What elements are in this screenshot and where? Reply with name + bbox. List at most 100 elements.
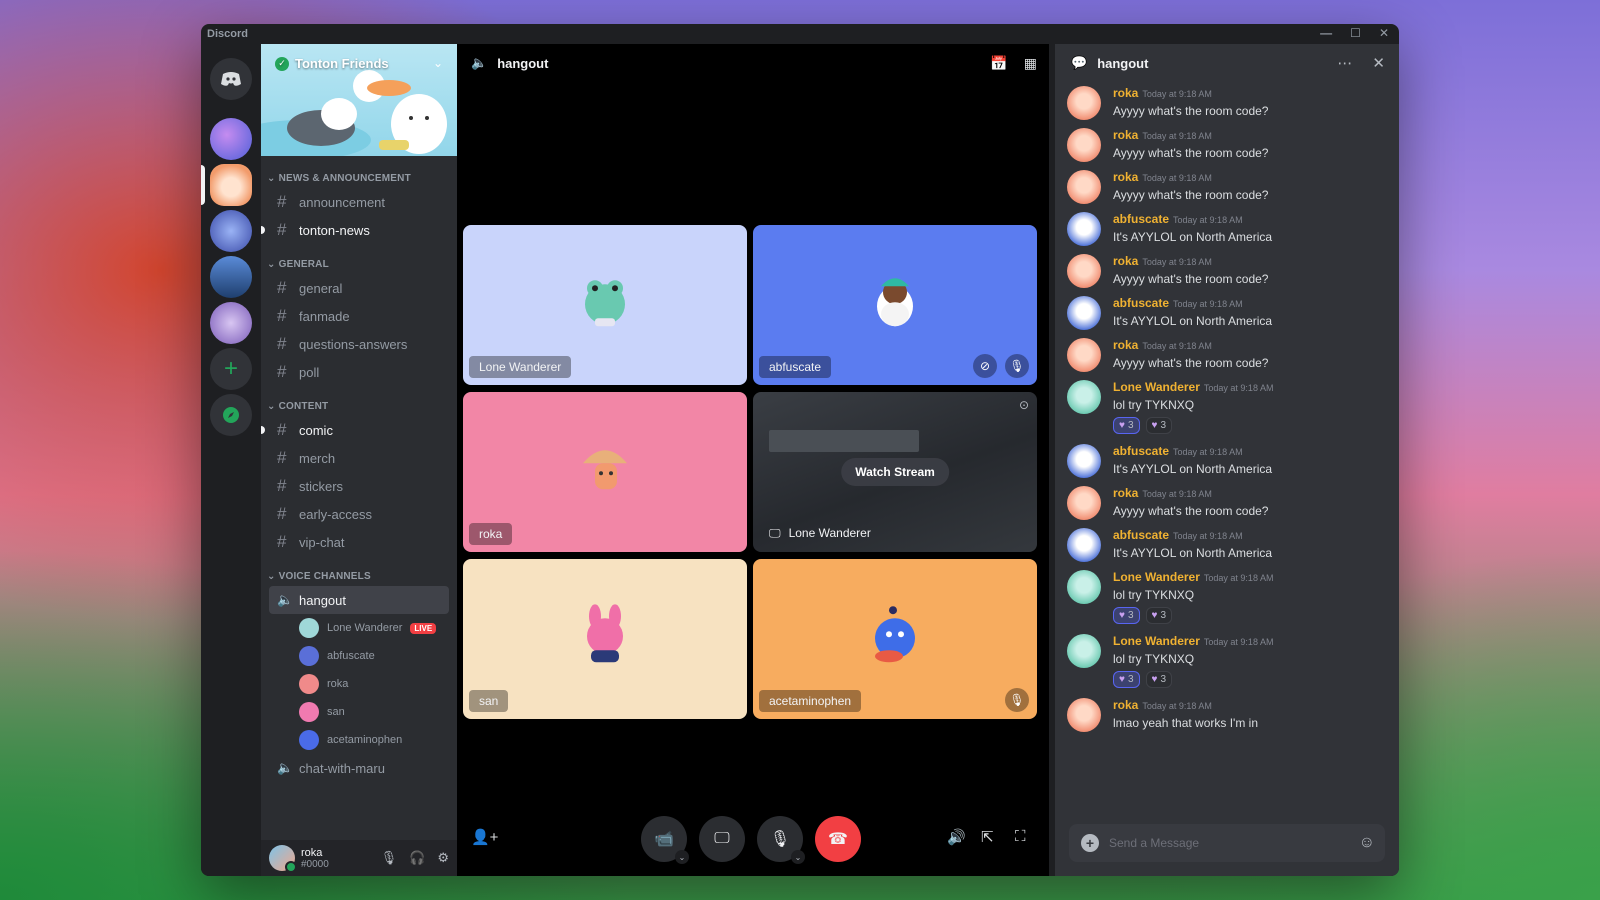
stream-tile-lone-wanderer[interactable]: Watch Stream ⊙ 🖵 Lone Wanderer	[753, 392, 1037, 552]
fullscreen-icon[interactable]: ⛶	[1015, 828, 1026, 845]
calendar-icon[interactable]: 📅	[990, 55, 1007, 72]
chat-message[interactable]: Lone Wanderer Today at 9:18 AM lol try TYK…	[1055, 376, 1399, 434]
chat-message[interactable]: roka Today at 9:18 AM Ayyyy what's the roo…	[1055, 334, 1399, 372]
channel-fanmade[interactable]: # fanmade	[269, 302, 449, 330]
category-voice[interactable]: ⌄ VOICE CHANNELS	[261, 556, 457, 586]
category-news[interactable]: ⌄ NEWS & ANNOUNCEMENT	[261, 164, 457, 188]
emoji-icon[interactable]: ☺	[1359, 834, 1375, 852]
reaction-pill[interactable]: ♥ 3	[1113, 671, 1140, 688]
message-author[interactable]: Lone Wanderer	[1113, 634, 1200, 648]
chat-message[interactable]: abfuscate Today at 9:18 AM It's AYYLOL on …	[1055, 292, 1399, 330]
chat-message[interactable]: roka Today at 9:18 AM Ayyyy what's the roo…	[1055, 250, 1399, 288]
channel-comic[interactable]: # comic	[261, 416, 449, 444]
headphones-icon[interactable]: 🎧	[409, 850, 425, 866]
message-author[interactable]: Lone Wanderer	[1113, 570, 1200, 584]
server-icon-5[interactable]	[210, 302, 252, 344]
video-tile-roka[interactable]: roka	[463, 392, 747, 552]
message-author[interactable]: abfuscate	[1113, 444, 1169, 458]
stream-settings-icon[interactable]: ⊙	[1019, 398, 1029, 412]
channel-questions-answers[interactable]: # questions-answers	[269, 330, 449, 358]
channel-tonton-news[interactable]: # tonton-news	[261, 216, 449, 244]
chat-message[interactable]: roka Today at 9:18 AM Ayyyy what's the roo…	[1055, 166, 1399, 204]
chevron-down-icon[interactable]: ⌄	[675, 850, 689, 864]
pop-out-icon[interactable]: ⇱	[981, 828, 994, 846]
disconnect-button[interactable]: ☎	[815, 816, 861, 862]
server-banner[interactable]: ✓ Tonton Friends ⌄	[261, 44, 457, 156]
message-author[interactable]: roka	[1113, 254, 1138, 268]
category-general[interactable]: ⌄ GENERAL	[261, 244, 457, 274]
message-author[interactable]: roka	[1113, 128, 1138, 142]
avatar[interactable]	[1067, 698, 1101, 732]
avatar[interactable]	[1067, 486, 1101, 520]
voice-member[interactable]: roka	[299, 670, 457, 698]
channel-stickers[interactable]: # stickers	[269, 472, 449, 500]
volume-icon[interactable]: 🔊	[947, 828, 966, 846]
avatar[interactable]	[1067, 338, 1101, 372]
server-icon-1[interactable]	[210, 118, 252, 160]
message-author[interactable]: abfuscate	[1113, 212, 1169, 226]
chevron-down-icon[interactable]: ⌄	[791, 850, 805, 864]
message-author[interactable]: abfuscate	[1113, 296, 1169, 310]
reaction-pill[interactable]: ♥ 3	[1145, 607, 1172, 624]
video-tile-lone-wanderer[interactable]: Lone Wanderer	[463, 225, 747, 385]
chat-message[interactable]: Lone Wanderer Today at 9:18 AM lol try TYK…	[1055, 630, 1399, 688]
add-attachment-icon[interactable]: +	[1081, 834, 1099, 852]
message-author[interactable]: roka	[1113, 698, 1138, 712]
more-options-icon[interactable]: ⋯	[1337, 54, 1352, 72]
channel-merch[interactable]: # merch	[269, 444, 449, 472]
microphone-icon[interactable]: 🎙	[381, 850, 398, 866]
channel-early-access[interactable]: # early-access	[269, 500, 449, 528]
server-icon-tonton-friends[interactable]	[210, 164, 252, 206]
chat-message[interactable]: roka Today at 9:18 AM Ayyyy what's the roo…	[1055, 124, 1399, 162]
layout-grid-icon[interactable]: ▦	[1024, 55, 1037, 72]
chat-message[interactable]: Lone Wanderer Today at 9:18 AM lol try TYK…	[1055, 566, 1399, 624]
add-server-icon[interactable]: +	[210, 348, 252, 390]
avatar[interactable]	[1067, 170, 1101, 204]
voice-member[interactable]: Lone Wanderer LIVE	[299, 614, 457, 642]
reaction-pill[interactable]: ♥ 3	[1145, 671, 1172, 688]
chat-message[interactable]: abfuscate Today at 9:18 AM It's AYYLOL on …	[1055, 524, 1399, 562]
voice-member[interactable]: abfuscate	[299, 642, 457, 670]
reaction-pill[interactable]: ♥ 3	[1113, 607, 1140, 624]
avatar[interactable]	[1067, 296, 1101, 330]
avatar[interactable]	[1067, 380, 1101, 414]
message-author[interactable]: roka	[1113, 486, 1138, 500]
avatar[interactable]	[1067, 254, 1101, 288]
chat-message[interactable]: abfuscate Today at 9:18 AM It's AYYLOL on …	[1055, 440, 1399, 478]
video-tile-acetaminophen[interactable]: acetaminophen 🎙	[753, 559, 1037, 719]
voice-channel-hangout[interactable]: 🔈 hangout	[269, 586, 449, 614]
camera-button[interactable]: 📹 ⌄	[641, 816, 689, 864]
reaction-pill[interactable]: ♥ 3	[1113, 417, 1140, 434]
microphone-button[interactable]: 🎙 ⌄	[757, 816, 805, 864]
avatar[interactable]	[1067, 528, 1101, 562]
message-author[interactable]: roka	[1113, 86, 1138, 100]
close-window-icon[interactable]: ✕	[1379, 26, 1389, 40]
video-tile-abfuscate[interactable]: abfuscate ⊘ 🎙	[753, 225, 1037, 385]
watch-stream-button[interactable]: Watch Stream	[841, 458, 949, 486]
voice-member[interactable]: acetaminophen	[299, 726, 457, 754]
channel-poll[interactable]: # poll	[269, 358, 449, 386]
avatar[interactable]	[1067, 86, 1101, 120]
chat-message[interactable]: roka Today at 9:18 AM lmao yeah that works…	[1055, 694, 1399, 732]
maximize-icon[interactable]: ☐	[1350, 26, 1361, 40]
close-icon[interactable]: ✕	[1372, 54, 1385, 72]
minimize-icon[interactable]: —	[1320, 26, 1332, 40]
category-content[interactable]: ⌄ CONTENT	[261, 386, 457, 416]
chat-message[interactable]: abfuscate Today at 9:18 AM It's AYYLOL on …	[1055, 208, 1399, 246]
avatar[interactable]	[1067, 570, 1101, 604]
video-tile-san[interactable]: san	[463, 559, 747, 719]
add-friend-icon[interactable]: 👤+	[471, 828, 498, 846]
user-avatar[interactable]	[269, 845, 297, 873]
reaction-pill[interactable]: ♥ 3	[1145, 417, 1172, 434]
server-icon-3[interactable]	[210, 210, 252, 252]
chat-message[interactable]: roka Today at 9:18 AM Ayyyy what's the roo…	[1055, 82, 1399, 120]
explore-icon[interactable]	[210, 394, 252, 436]
message-author[interactable]: Lone Wanderer	[1113, 380, 1200, 394]
avatar[interactable]	[1067, 212, 1101, 246]
server-icon-4[interactable]	[210, 256, 252, 298]
avatar[interactable]	[1067, 634, 1101, 668]
avatar[interactable]	[1067, 128, 1101, 162]
message-author[interactable]: abfuscate	[1113, 528, 1169, 542]
channel-general[interactable]: # general	[269, 274, 449, 302]
discord-home-icon[interactable]	[210, 58, 252, 100]
